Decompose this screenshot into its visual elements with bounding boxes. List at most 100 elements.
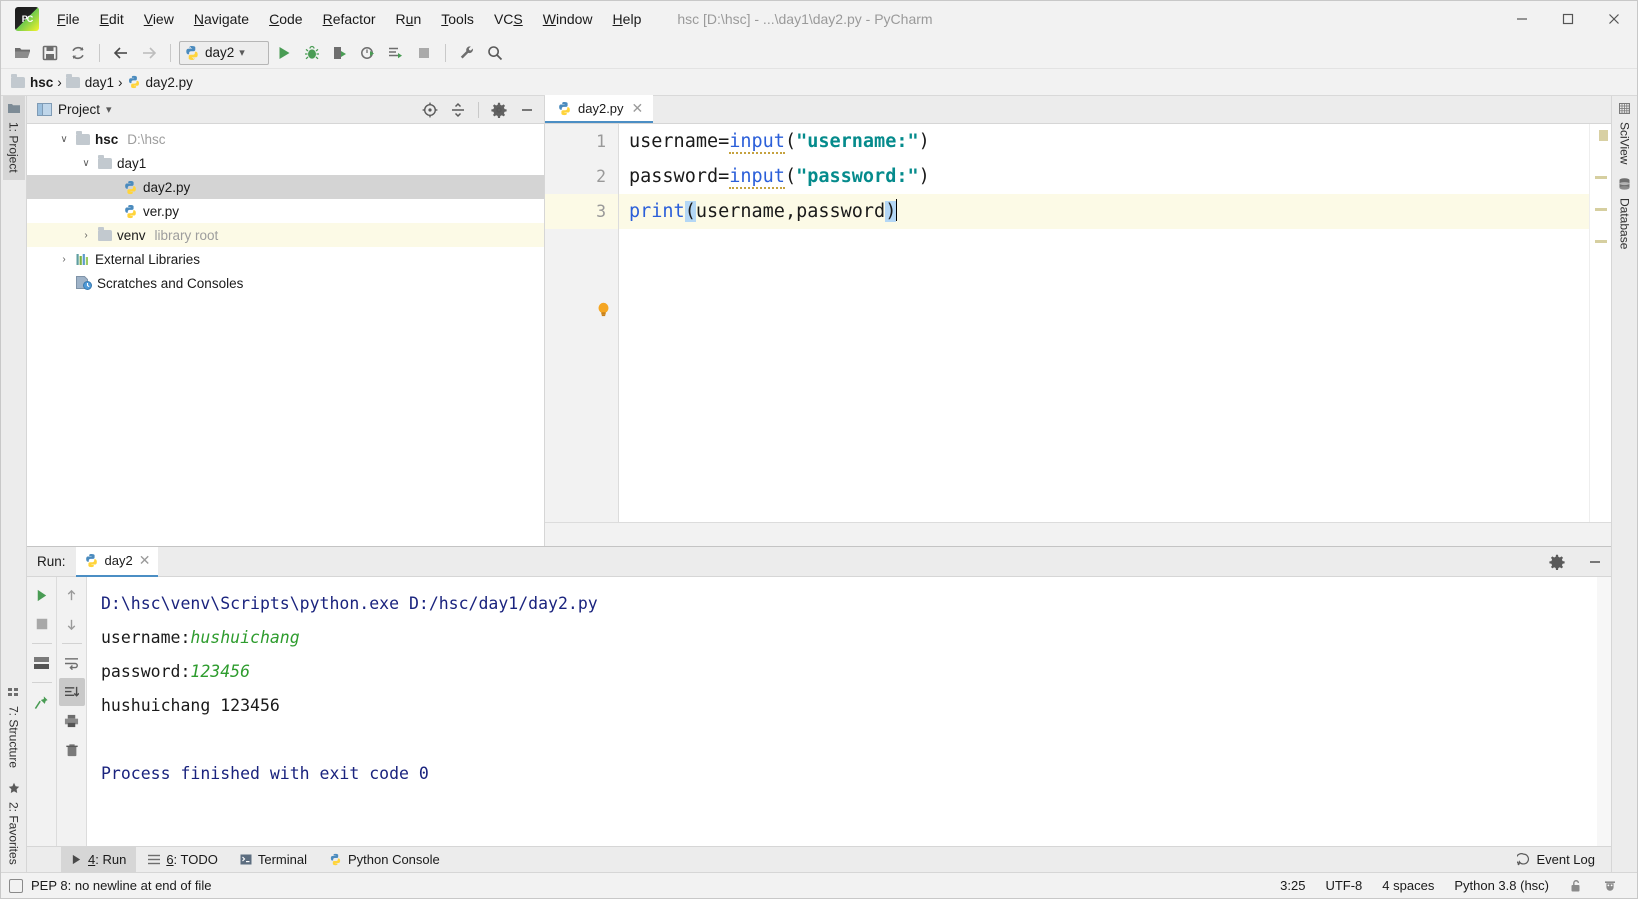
menu-item-view[interactable]: View: [134, 7, 184, 31]
pycharm-window: PC FFileile Edit View Navigate Code Refa…: [0, 0, 1638, 899]
clear-all-icon[interactable]: [59, 736, 85, 764]
tree-row-external-libraries[interactable]: › External Libraries: [27, 247, 544, 271]
bottom-tab-terminal[interactable]: Terminal: [230, 847, 317, 873]
code-line-1[interactable]: username=input("username:"): [619, 124, 1589, 159]
scratches-icon: [76, 276, 92, 290]
run-configuration-selector[interactable]: day2 ▾: [179, 40, 269, 65]
encoding-selector[interactable]: UTF-8: [1315, 878, 1372, 893]
run-with-coverage-icon[interactable]: [327, 41, 353, 65]
back-arrow-icon[interactable]: [108, 41, 134, 65]
rerun-icon[interactable]: [29, 581, 55, 609]
sidebar-item-sciview[interactable]: SciView: [1614, 96, 1636, 171]
chevron-collapsed-icon[interactable]: ›: [79, 230, 93, 241]
breadcrumb-item-hsc[interactable]: hsc: [11, 73, 53, 90]
close-icon[interactable]: ✕: [630, 100, 646, 117]
up-arrow-icon[interactable]: [59, 581, 85, 609]
sidebar-label-favorites: 2: Favorites: [6, 802, 21, 865]
stop-icon[interactable]: [29, 610, 55, 638]
gear-icon[interactable]: [488, 100, 510, 120]
code-text[interactable]: username=input("username:") password=inp…: [619, 124, 1589, 522]
menu-item-file[interactable]: FFileile: [47, 7, 90, 31]
bottom-tab-run[interactable]: 4: Run: [61, 846, 137, 873]
code-token-brace-open: (: [684, 201, 696, 222]
inspection-doc-icon[interactable]: [9, 878, 23, 893]
close-icon[interactable]: ✕: [139, 552, 151, 569]
tree-row-scratches[interactable]: Scratches and Consoles: [27, 271, 544, 295]
search-icon[interactable]: [482, 41, 508, 65]
menu-item-tools[interactable]: Tools: [431, 7, 484, 31]
chevron-down-icon[interactable]: ▾: [106, 103, 112, 116]
profile-icon[interactable]: [355, 41, 381, 65]
tree-label-hsc: hsc: [95, 131, 119, 147]
run-console-output[interactable]: D:\hsc\venv\Scripts\python.exe D:/hsc/da…: [87, 577, 1597, 846]
open-folder-icon[interactable]: [9, 41, 35, 65]
event-log-button[interactable]: Event Log: [1517, 852, 1611, 867]
pin-tab-icon[interactable]: [29, 688, 55, 716]
minimize-icon[interactable]: [1583, 551, 1607, 573]
down-arrow-icon[interactable]: [59, 610, 85, 638]
interpreter-selector[interactable]: Python 3.8 (hsc): [1444, 878, 1559, 893]
locate-target-icon[interactable]: [419, 100, 441, 120]
menu-item-navigate[interactable]: Navigate: [184, 7, 259, 31]
console-scrollbar[interactable]: [1597, 577, 1611, 846]
marker-warning[interactable]: [1599, 130, 1608, 141]
chevron-expanded-icon[interactable]: ∨: [79, 158, 93, 169]
caret-position[interactable]: 3:25: [1270, 878, 1315, 893]
bottom-tab-python-console[interactable]: Python Console: [319, 847, 450, 873]
indent-selector[interactable]: 4 spaces: [1372, 878, 1444, 893]
save-all-icon[interactable]: [37, 41, 63, 65]
chevron-down-icon[interactable]: ▾: [239, 46, 245, 59]
breadcrumb-item-day1[interactable]: day1: [65, 73, 115, 90]
run-tests-icon[interactable]: [383, 41, 409, 65]
forward-arrow-icon[interactable]: [136, 41, 162, 65]
debug-icon[interactable]: [299, 41, 325, 65]
editor-marker-bar[interactable]: [1589, 124, 1611, 522]
menu-item-code[interactable]: Code: [259, 7, 312, 31]
sync-icon[interactable]: [65, 41, 91, 65]
sidebar-item-favorites[interactable]: 2: Favorites: [3, 775, 25, 872]
sidebar-item-project[interactable]: 1: Project: [2, 96, 25, 180]
code-line-2[interactable]: password=input("password:"): [619, 159, 1589, 194]
minimize-button[interactable]: [1499, 1, 1545, 37]
tree-row-venv[interactable]: › venv library root: [27, 223, 544, 247]
tree-row-day1[interactable]: ∨ day1: [27, 151, 544, 175]
unlocked-icon[interactable]: [1559, 879, 1593, 893]
minimize-icon[interactable]: [516, 100, 538, 120]
bottom-tab-todo[interactable]: 6: TODO: [138, 847, 228, 873]
marker-line[interactable]: [1595, 208, 1607, 211]
menu-item-vcs[interactable]: VCS: [484, 7, 533, 31]
dump-threads-icon[interactable]: [29, 649, 55, 677]
marker-line[interactable]: [1595, 176, 1607, 179]
scroll-to-end-icon[interactable]: [58, 678, 85, 706]
close-button[interactable]: [1591, 1, 1637, 37]
print-icon[interactable]: [59, 707, 85, 735]
maximize-button[interactable]: [1545, 1, 1591, 37]
tree-row-verpy[interactable]: ver.py: [27, 199, 544, 223]
menu-item-run[interactable]: Run: [386, 7, 432, 31]
tree-row-hsc[interactable]: ∨ hsc D:\hsc: [27, 127, 544, 151]
code-line-3[interactable]: print(username,password): [619, 194, 1589, 229]
run-tab-day2[interactable]: day2 ✕: [75, 546, 159, 577]
intention-bulb-icon[interactable]: [597, 302, 610, 317]
tree-row-day2py[interactable]: day2.py: [27, 175, 544, 199]
code-token: username=: [629, 131, 730, 152]
menu-item-edit[interactable]: Edit: [90, 7, 134, 31]
collapse-all-icon[interactable]: [447, 100, 469, 120]
run-icon[interactable]: [271, 41, 297, 65]
soft-wrap-icon[interactable]: [59, 649, 85, 677]
breadcrumb-item-day2py[interactable]: day2.py: [127, 75, 193, 90]
gear-icon[interactable]: [1545, 551, 1569, 573]
menu-item-help[interactable]: Help: [603, 7, 652, 31]
sidebar-item-structure[interactable]: 7: Structure: [3, 680, 25, 775]
inspector-icon[interactable]: [1593, 879, 1627, 893]
menu-item-refactor[interactable]: Refactor: [313, 7, 386, 31]
editor-tab-day2py[interactable]: day2.py ✕: [545, 95, 654, 123]
breadcrumb-label: day1: [84, 74, 115, 90]
menu-item-window[interactable]: Window: [533, 7, 603, 31]
chevron-collapsed-icon[interactable]: ›: [57, 254, 71, 265]
marker-line[interactable]: [1595, 240, 1607, 243]
chevron-expanded-icon[interactable]: ∨: [57, 134, 71, 145]
stop-icon[interactable]: [411, 41, 437, 65]
sidebar-item-database[interactable]: Database: [1614, 171, 1636, 256]
settings-wrench-icon[interactable]: [454, 41, 480, 65]
